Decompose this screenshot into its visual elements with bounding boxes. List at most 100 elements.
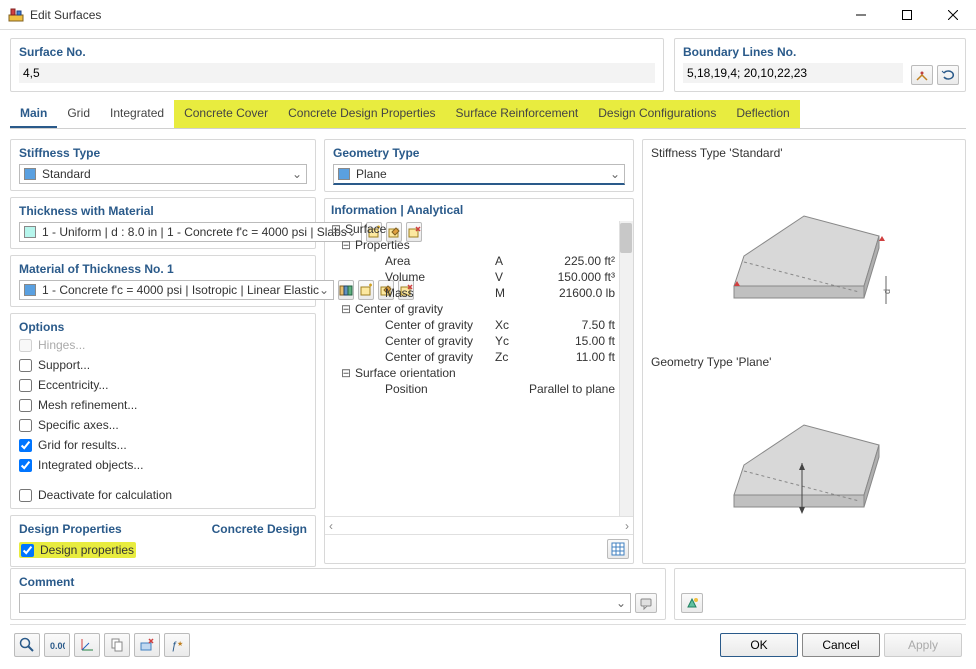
geometry-dropdown[interactable]: Plane ⌄: [333, 164, 625, 185]
option-support[interactable]: Support...: [19, 358, 307, 372]
thickness-panel: Thickness with Material 1 - Uniform | d …: [10, 197, 316, 249]
stiffness-dropdown[interactable]: Standard ⌄: [19, 164, 307, 184]
swatch-icon: [24, 284, 36, 296]
preview-geometry-label: Geometry Type 'Plane': [651, 355, 957, 369]
tab-concrete-cover[interactable]: Concrete Cover: [174, 100, 278, 128]
titlebar: Edit Surfaces: [0, 0, 976, 30]
script-button[interactable]: ƒ★: [164, 633, 190, 657]
concrete-design-label: Concrete Design: [212, 522, 307, 536]
stiffness-panel: Stiffness Type Standard ⌄: [10, 139, 316, 191]
minimize-button[interactable]: [838, 0, 884, 30]
surface-no-block: Surface No.: [10, 38, 664, 92]
tab-concrete-design-properties[interactable]: Concrete Design Properties: [278, 100, 445, 128]
info-row: ⊟Surface orientation: [325, 365, 619, 381]
info-row: ⊟Center of gravity: [325, 301, 619, 317]
pick-lines-button[interactable]: [911, 65, 933, 85]
tab-grid[interactable]: Grid: [57, 100, 100, 128]
render-toggle-button[interactable]: [681, 593, 703, 613]
boundary-input[interactable]: [683, 63, 903, 83]
preview-geometry-image: [651, 373, 957, 558]
preview-panel: Stiffness Type 'Standard' d Geometry Typ…: [642, 139, 966, 564]
collapse-icon[interactable]: ⊟: [339, 366, 353, 380]
tab-main[interactable]: Main: [10, 100, 57, 128]
units-button[interactable]: 0.00: [44, 633, 70, 657]
apply-button[interactable]: Apply: [884, 633, 962, 657]
reverse-button[interactable]: [937, 65, 959, 85]
swatch-icon: [24, 168, 36, 180]
copy-button[interactable]: [104, 633, 130, 657]
collapse-icon[interactable]: ⊟: [329, 222, 343, 236]
material-label: Material of Thickness No. 1: [19, 262, 307, 276]
info-table-button[interactable]: [607, 539, 629, 559]
info-row: MassM21600.0 lb: [325, 285, 619, 301]
chevron-down-icon: ⌄: [610, 167, 620, 181]
info-row: Center of gravityXc7.50 ft: [325, 317, 619, 333]
option-deactivate-for-calculation[interactable]: Deactivate for calculation: [19, 488, 307, 502]
chevron-down-icon: ⌄: [292, 167, 302, 181]
option-grid-for-results[interactable]: Grid for results...: [19, 438, 307, 452]
option-hinges: Hinges...: [19, 338, 307, 352]
comment-label: Comment: [19, 575, 657, 589]
app-icon: [8, 7, 24, 23]
scrollbar-thumb[interactable]: [620, 223, 632, 253]
info-row: AreaA225.00 ft²: [325, 253, 619, 269]
collapse-icon[interactable]: ⊟: [339, 238, 353, 252]
chevron-down-icon: ⌄: [616, 596, 626, 610]
cancel-button[interactable]: Cancel: [802, 633, 880, 657]
thickness-dropdown[interactable]: 1 - Uniform | d : 8.0 in | 1 - Concrete …: [19, 222, 362, 242]
geometry-label: Geometry Type: [333, 146, 625, 160]
swatch-icon: [338, 168, 350, 180]
info-row: ⊟Properties: [325, 237, 619, 253]
swatch-icon: [24, 226, 36, 238]
boundary-label: Boundary Lines No.: [683, 45, 957, 59]
options-panel: Options Hinges... Support... Eccentricity.…: [10, 313, 316, 509]
thickness-label: Thickness with Material: [19, 204, 307, 218]
info-row: Center of gravityZc11.00 ft: [325, 349, 619, 365]
surface-no-label: Surface No.: [19, 45, 655, 59]
h-scrollbar[interactable]: ‹›: [325, 516, 633, 534]
surface-no-input[interactable]: [19, 63, 655, 83]
tab-design-configurations[interactable]: Design Configurations: [588, 100, 726, 128]
preview-toggle-panel: [674, 568, 966, 620]
scrollbar-track[interactable]: [619, 221, 633, 516]
boundary-block: Boundary Lines No.: [674, 38, 966, 92]
axes-button[interactable]: [74, 633, 100, 657]
svg-text:★: ★: [177, 640, 183, 648]
info-header: Information | Analytical: [325, 199, 633, 221]
info-row: VolumeV150.000 ft³: [325, 269, 619, 285]
ok-button[interactable]: OK: [720, 633, 798, 657]
material-dropdown[interactable]: 1 - Concrete f'c = 4000 psi | Isotropic …: [19, 280, 334, 300]
design-properties-label: Design Properties: [19, 522, 122, 536]
tab-deflection[interactable]: Deflection: [726, 100, 799, 128]
tab-integrated[interactable]: Integrated: [100, 100, 174, 128]
options-label: Options: [19, 320, 307, 334]
option-integrated-objects[interactable]: Integrated objects...: [19, 458, 307, 472]
maximize-button[interactable]: [884, 0, 930, 30]
tab-surface-reinforcement[interactable]: Surface Reinforcement: [446, 100, 589, 128]
info-row: Center of gravityYc15.00 ft: [325, 333, 619, 349]
preview-stiffness-image: d: [651, 164, 957, 349]
stiffness-label: Stiffness Type: [19, 146, 307, 160]
collapse-icon[interactable]: ⊟: [339, 302, 353, 316]
svg-text:d: d: [882, 289, 892, 294]
tab-bar: MainGridIntegratedConcrete CoverConcrete…: [10, 100, 966, 129]
preview-stiffness-label: Stiffness Type 'Standard': [651, 146, 957, 160]
svg-text:0.00: 0.00: [50, 641, 65, 651]
design-panel: Design Properties Concrete Design Design…: [10, 515, 316, 567]
option-specific-axes[interactable]: Specific axes...: [19, 418, 307, 432]
material-panel: Material of Thickness No. 1 1 - Concrete…: [10, 255, 316, 307]
comment-dropdown[interactable]: ⌄: [19, 593, 631, 613]
info-tree: ⊟Surface⊟PropertiesAreaA225.00 ft²Volume…: [325, 221, 633, 516]
option-mesh-refinement[interactable]: Mesh refinement...: [19, 398, 307, 412]
info-row: PositionParallel to plane: [325, 381, 619, 397]
info-row: ⊟Surface: [325, 221, 619, 237]
comment-button[interactable]: [635, 593, 657, 613]
close-button[interactable]: [930, 0, 976, 30]
comment-panel: Comment ⌄: [10, 568, 666, 620]
geometry-panel: Geometry Type Plane ⌄: [324, 139, 634, 192]
surface-delete-button[interactable]: [134, 633, 160, 657]
bottom-toolbar: 0.00 ƒ★ OK Cancel Apply: [10, 624, 966, 661]
option-eccentricity[interactable]: Eccentricity...: [19, 378, 307, 392]
design-properties-check[interactable]: Design properties: [19, 542, 136, 558]
help-button[interactable]: [14, 633, 40, 657]
